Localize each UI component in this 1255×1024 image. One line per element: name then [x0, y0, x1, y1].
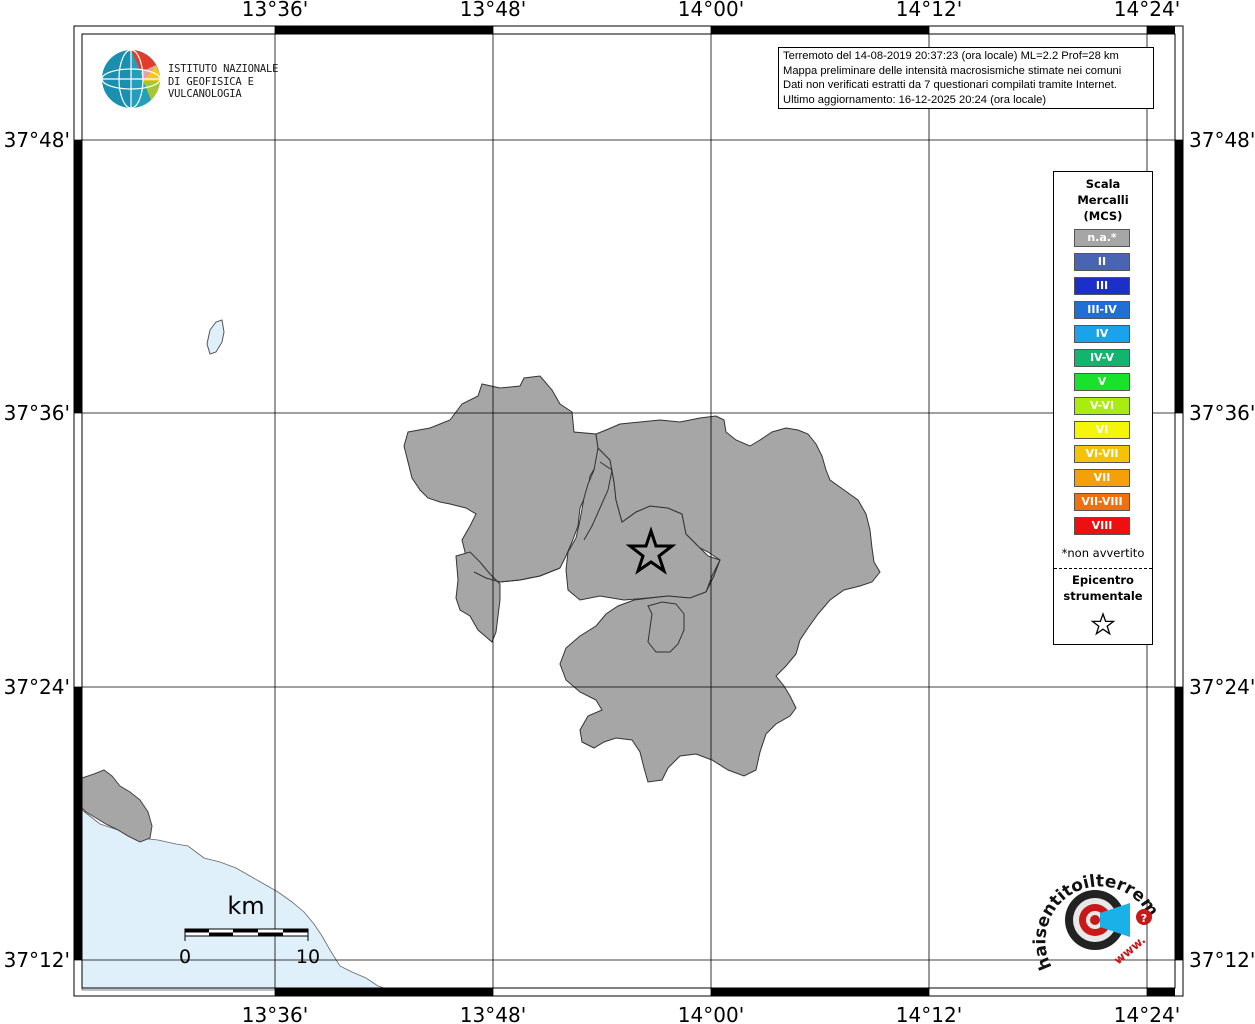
globe-logo-icon — [101, 49, 161, 109]
left-tick: 37°12' — [4, 948, 70, 972]
legend-epicenter: Epicentro strumentale — [1054, 572, 1152, 604]
scale-end: 10 — [296, 946, 320, 968]
legend-item: VII — [1074, 469, 1130, 487]
legend-star-icon — [1090, 612, 1116, 636]
left-tick-labels: 37°48' 37°36' 37°24' 37°12' — [4, 128, 70, 972]
left-tick: 37°24' — [4, 675, 70, 699]
bottom-tick: 13°36' — [242, 1003, 308, 1024]
legend-item: VI — [1074, 421, 1130, 439]
ingv-logo: ISTITUTO NAZIONALE DI GEOFISICA E VULCAN… — [101, 48, 331, 110]
brand-logo-icon: haisentitoilterremoto.it ? www. — [1024, 840, 1162, 973]
legend-item: V — [1074, 373, 1130, 391]
legend-epicenter-line1: Epicentro — [1072, 573, 1134, 587]
mcs-legend: Scala Mercalli (MCS) n.a.* II III III-IV IV I… — [1053, 171, 1153, 645]
legend-title-line1: Scala — [1085, 177, 1121, 191]
hai-sentito-logo: haisentitoilterremoto.it ? www. — [1024, 840, 1162, 985]
institute-line1: ISTITUTO NAZIONALE — [168, 63, 279, 75]
svg-text:?: ? — [1141, 912, 1147, 925]
legend-item: n.a.* — [1074, 229, 1130, 247]
legend-separator — [1054, 568, 1152, 569]
legend-title-line2: Mercalli — [1077, 193, 1129, 207]
event-info-line1: Terremoto del 14-08-2019 20:37:23 (ora l… — [783, 50, 1119, 62]
event-info-line2: Mappa preliminare delle intensità macros… — [783, 64, 1122, 77]
legend-item: V-VI — [1074, 397, 1130, 415]
top-tick: 14°24' — [1114, 0, 1180, 21]
event-info-line4: Ultimo aggiornamento: 16-12-2025 20:24 (… — [783, 93, 1047, 106]
legend-item: VII-VIII — [1074, 493, 1130, 511]
right-tick: 37°36' — [1189, 401, 1255, 425]
top-tick: 13°48' — [460, 0, 526, 21]
legend-items: n.a.* II III III-IV IV IV-V V V-VI VI VI-VII VII VI… — [1074, 229, 1130, 541]
legend-item: VIII — [1074, 517, 1130, 535]
institute-line2: DI GEOFISICA E VULCANOLOGIA — [168, 75, 254, 101]
bottom-tick-labels: 13°36' 13°48' 14°00' 14°12' 14°24' — [242, 1003, 1180, 1024]
top-tick-labels: 13°36' 13°48' 14°00' 14°12' 14°24' — [242, 0, 1180, 21]
scale-unit: km — [227, 892, 264, 920]
legend-item: VI-VII — [1074, 445, 1130, 463]
left-tick: 37°48' — [4, 128, 70, 152]
event-info-box: Terremoto del 14-08-2019 20:37:23 (ora l… — [778, 47, 1154, 109]
legend-item: IV — [1074, 325, 1130, 343]
event-info-line3: Dati non verificati estratti da 7 questi… — [783, 79, 1117, 91]
top-tick: 14°00' — [678, 0, 744, 21]
right-tick: 37°48' — [1189, 128, 1255, 152]
legend-item: II — [1074, 253, 1130, 271]
legend-item: IV-V — [1074, 349, 1130, 367]
right-tick: 37°24' — [1189, 675, 1255, 699]
top-tick: 14°12' — [896, 0, 962, 21]
top-tick: 13°36' — [242, 0, 308, 21]
left-tick: 37°36' — [4, 401, 70, 425]
right-tick: 37°12' — [1189, 948, 1255, 972]
legend-title: Scala Mercalli (MCS) — [1054, 176, 1152, 224]
legend-item: III-IV — [1074, 301, 1130, 319]
right-tick-labels: 37°48' 37°36' 37°24' 37°12' — [1189, 128, 1255, 972]
legend-title-line3: (MCS) — [1083, 209, 1123, 223]
legend-note: *non avvertito — [1061, 546, 1145, 560]
legend-epicenter-line2: strumentale — [1063, 589, 1143, 603]
bottom-tick: 13°48' — [460, 1003, 526, 1024]
scale-start: 0 — [179, 946, 191, 968]
bottom-tick: 14°24' — [1114, 1003, 1180, 1024]
legend-item: III — [1074, 277, 1130, 295]
bottom-tick: 14°12' — [896, 1003, 962, 1024]
bottom-tick: 14°00' — [678, 1003, 744, 1024]
